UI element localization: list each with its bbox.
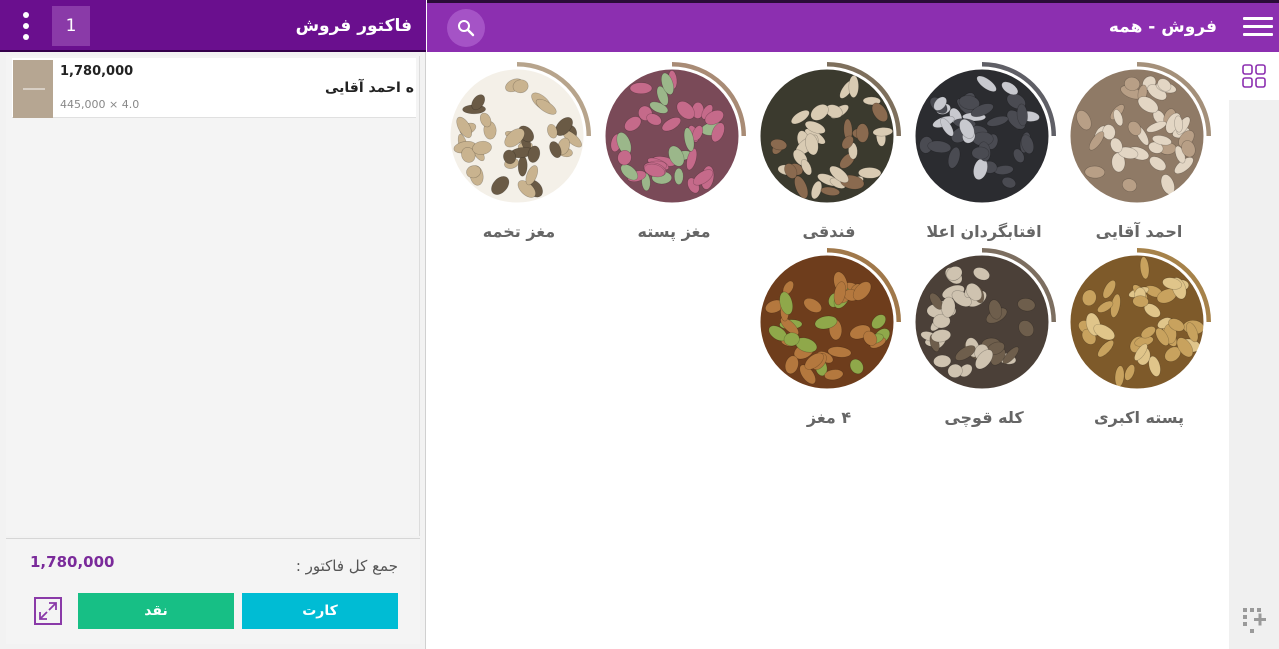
view-side-strip bbox=[1229, 52, 1279, 649]
product-tile[interactable]: پسته اکبری bbox=[1059, 248, 1211, 434]
more-vert-icon[interactable] bbox=[16, 10, 36, 42]
invoice-panel: 1 فاکتور فروش 1,780,000 4.0 × 445,000 ه … bbox=[0, 0, 426, 649]
invoice-item-amount: 1,780,000 bbox=[60, 64, 134, 79]
invoice-item-thumbnail bbox=[13, 60, 53, 118]
product-tile[interactable]: احمد آقایی bbox=[1059, 62, 1211, 248]
products-header: فروش - همه bbox=[427, 0, 1279, 52]
product-image bbox=[602, 62, 746, 206]
product-label: ۴ مغز bbox=[806, 408, 852, 427]
invoice-title: فاکتور فروش bbox=[295, 16, 412, 36]
product-label: احمد آقایی bbox=[1095, 222, 1183, 241]
product-label: مغز تخمه bbox=[482, 222, 556, 241]
product-tile[interactable]: ۴ مغز bbox=[749, 248, 901, 434]
product-tile[interactable]: مغز تخمه bbox=[439, 62, 591, 248]
product-tile[interactable]: کله قوچی bbox=[904, 248, 1056, 434]
cash-button[interactable]: نقد bbox=[78, 593, 234, 629]
invoice-item-row[interactable]: 1,780,000 4.0 × 445,000 ه احمد آقایی bbox=[12, 58, 416, 118]
grid-icon[interactable] bbox=[1229, 52, 1279, 100]
product-image bbox=[1067, 62, 1211, 206]
product-label: کله قوچی bbox=[944, 408, 1024, 427]
product-image bbox=[912, 62, 1056, 206]
product-tile[interactable]: فندقی bbox=[749, 62, 901, 248]
product-tile[interactable]: افتابگردان اعلا bbox=[904, 62, 1056, 248]
hamburger-icon[interactable] bbox=[1243, 17, 1273, 37]
product-image bbox=[757, 62, 901, 206]
invoice-item-name: ه احمد آقایی bbox=[324, 80, 414, 96]
invoice-footer: 1,780,000 جمع کل فاکتور : نقد کارت bbox=[6, 538, 420, 644]
product-label: فندقی bbox=[802, 222, 856, 241]
expand-icon[interactable] bbox=[34, 597, 62, 625]
product-image bbox=[757, 248, 901, 392]
invoice-total-label: جمع کل فاکتور : bbox=[295, 557, 398, 575]
invoice-total-value: 1,780,000 bbox=[30, 553, 115, 571]
page-title: فروش - همه bbox=[1108, 17, 1217, 37]
search-icon[interactable] bbox=[447, 9, 485, 47]
add-grid-icon[interactable] bbox=[1241, 606, 1269, 638]
product-label: مغز پسته bbox=[637, 222, 711, 241]
card-button[interactable]: کارت bbox=[242, 593, 398, 629]
product-image bbox=[1067, 248, 1211, 392]
invoice-item-qty-price: 4.0 × 445,000 bbox=[60, 98, 140, 111]
product-label: افتابگردان اعلا bbox=[926, 222, 1042, 241]
product-tile[interactable]: مغز پسته bbox=[594, 62, 746, 248]
products-panel: فروش - همه احمد آقایی افتابگردان اعلا فن… bbox=[427, 0, 1279, 649]
product-label: پسته اکبری bbox=[1093, 408, 1185, 427]
invoice-count-badge[interactable]: 1 bbox=[52, 6, 90, 46]
invoice-header: 1 فاکتور فروش bbox=[0, 0, 426, 52]
invoice-item-list: 1,780,000 4.0 × 445,000 ه احمد آقایی bbox=[6, 56, 420, 536]
product-image bbox=[912, 248, 1056, 392]
product-image bbox=[447, 62, 591, 206]
